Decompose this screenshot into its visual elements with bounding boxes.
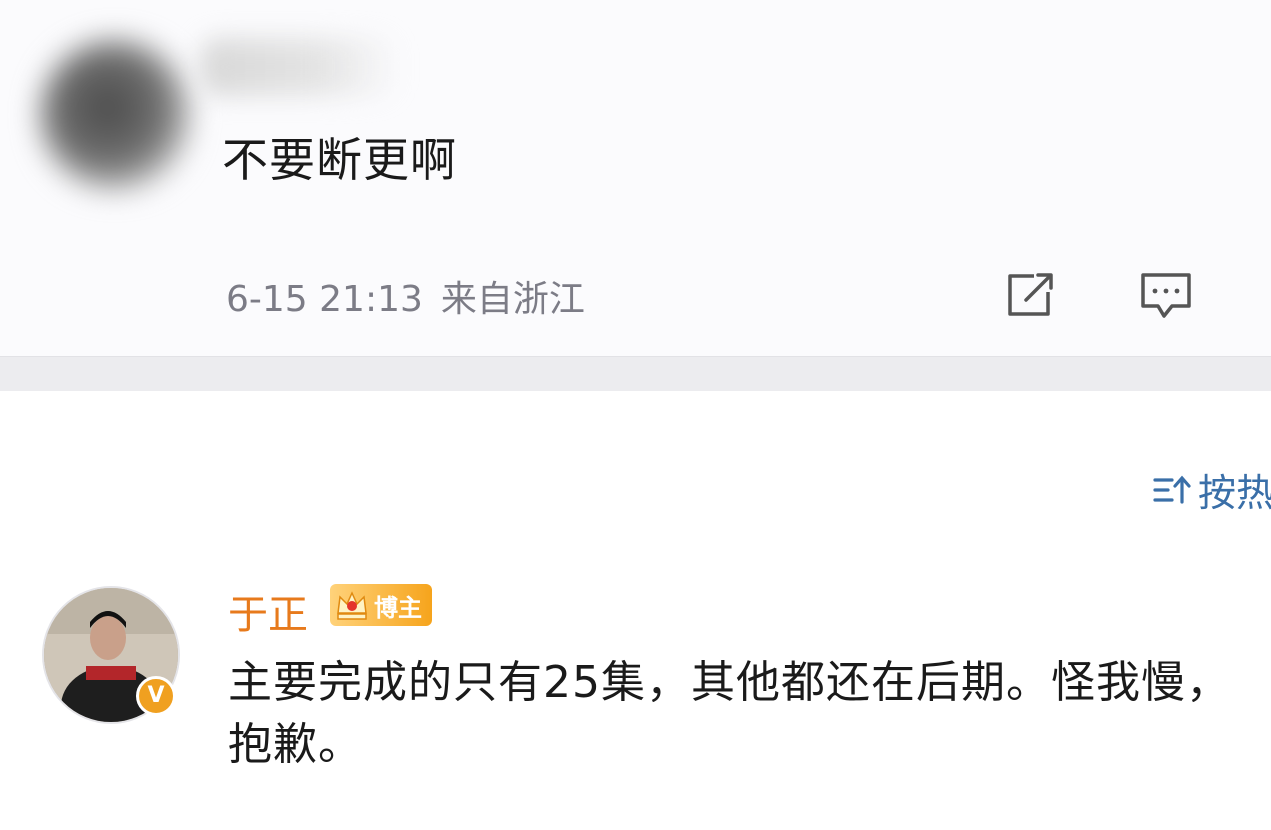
sort-by-hot-button[interactable]: 按热 [1152, 462, 1271, 517]
section-divider [0, 356, 1271, 392]
comment-icon [1141, 273, 1191, 318]
comment-text: 主要完成的只有25集，其他都还在后期。怪我慢，抱歉。 [228, 657, 1231, 770]
blurred-username[interactable] [200, 38, 400, 96]
post-meta: 6-15 21:13 来自浙江 [226, 270, 585, 322]
share-icon [1008, 273, 1053, 316]
post-card: 不要断更啊 6-15 21:13 来自浙江 [0, 0, 1271, 356]
post-text: 不要断更啊 [222, 133, 457, 187]
blogger-badge: 博主 [330, 584, 432, 626]
commenter-name[interactable]: 于正 [228, 582, 308, 640]
blogger-badge-label: 博主 [374, 593, 422, 622]
blurred-avatar[interactable] [40, 40, 190, 190]
comment-button[interactable] [1138, 270, 1194, 322]
post-location: 来自浙江 [440, 279, 585, 320]
sort-label: 按热 [1198, 471, 1271, 515]
post-time: 6-15 21:13 [226, 279, 423, 320]
sort-icon [1153, 475, 1191, 504]
crown-icon [337, 591, 367, 620]
verified-badge: V [136, 676, 176, 716]
share-button[interactable] [1004, 270, 1056, 318]
